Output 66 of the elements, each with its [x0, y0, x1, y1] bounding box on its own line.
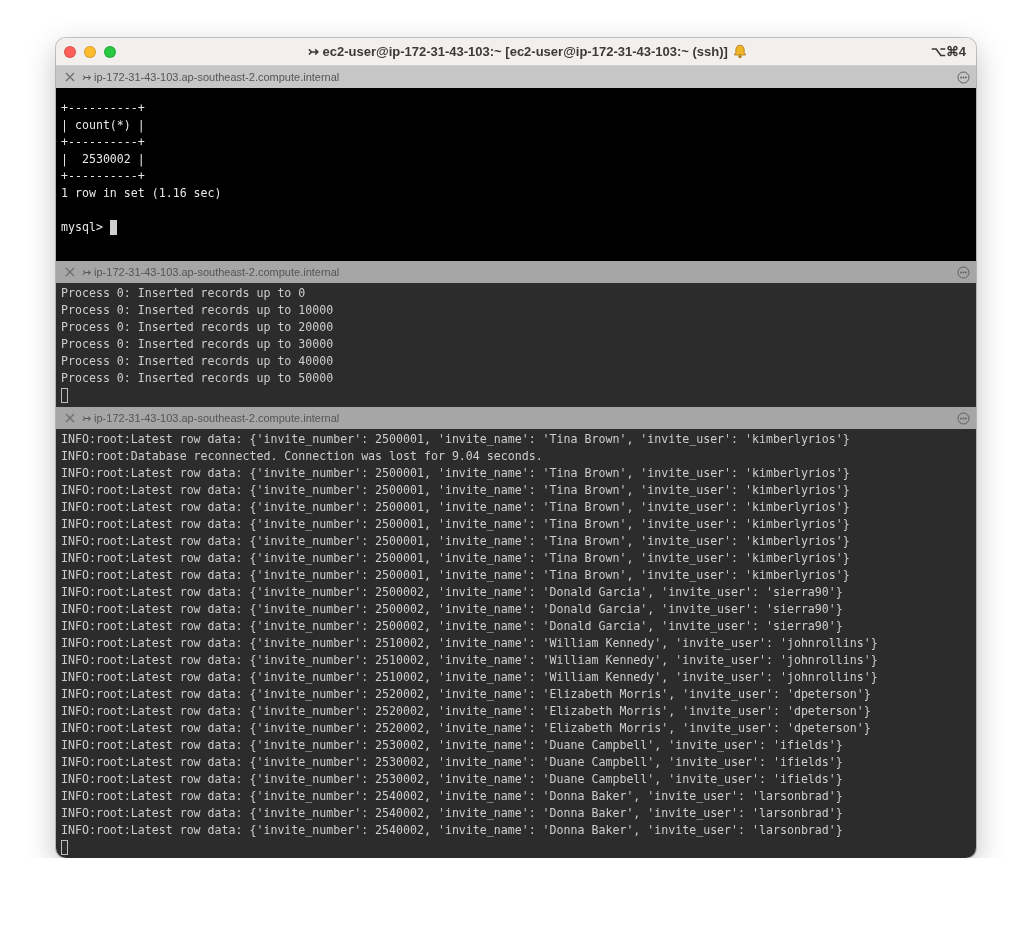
- window-title: ↣ ec2-user@ip-172-31-43-103:~ [ec2-user@ip-172-31-43-103:~ (ssh)]: [307, 44, 728, 59]
- terminal-line: Process 0: Inserted records up to 20000: [61, 319, 334, 336]
- terminal-line: INFO:root:Latest row data: {'invite_number': 2520002, 'invite_name': 'Elizabeth Morris', 'invite_user': 'dpeterson'}: [61, 686, 871, 703]
- terminal-line: INFO:root:Latest row data: {'invite_number': 2500001, 'invite_name': 'Tina Brown', 'invite_user': 'kimberlyrios'}: [61, 499, 850, 516]
- ellipsis-icon: [957, 70, 970, 84]
- terminal-line: +----------+: [61, 168, 145, 185]
- close-button[interactable]: [64, 71, 76, 83]
- terminal-line: INFO:root:Latest row data: {'invite_number': 2500001, 'invite_name': 'Tina Brown', 'invite_user': 'kimberlyrios'}: [61, 482, 850, 499]
- terminal-line: INFO:root:Latest row data: {'invite_number': 2540002, 'invite_name': 'Donna Baker', 'invite_user': 'larsonbrad'}: [61, 805, 843, 822]
- close-icon: [65, 72, 75, 82]
- terminal-line: 1 row in set (1.16 sec): [61, 185, 222, 202]
- terminal-line: INFO:root:Latest row data: {'invite_number': 2530002, 'invite_name': 'Duane Campbell', 'invite_user': 'ifields'}: [61, 737, 843, 754]
- terminal-line: INFO:root:Latest row data: {'invite_number': 2510002, 'invite_name': 'William Kennedy', 'invite_user': 'johnrollins'}: [61, 669, 878, 686]
- pane-title: ↣ ip-172-31-43-103.ap-southeast-2.compute.internal: [82, 265, 341, 279]
- more-button[interactable]: [957, 411, 970, 425]
- more-button[interactable]: [957, 70, 970, 84]
- terminal-line: INFO:root:Latest row data: {'invite_number': 2520002, 'invite_name': 'Elizabeth Morris', 'invite_user': 'dpeterson'}: [61, 703, 871, 720]
- pane-title: ↣ ip-172-31-43-103.ap-southeast-2.compute.internal: [82, 411, 341, 425]
- terminal-line: INFO:root:Latest row data: {'invite_number': 2510002, 'invite_name': 'William Kennedy', 'invite_user': 'johnrollins'}: [61, 652, 878, 669]
- ellipsis-icon: [957, 411, 970, 425]
- bell-icon: [732, 44, 747, 59]
- terminal-line: +----------+: [61, 134, 145, 151]
- terminal-line: INFO:root:Latest row data: {'invite_number': 2540002, 'invite_name': 'Donna Baker', 'invite_user': 'larsonbrad'}: [61, 822, 843, 839]
- close-button[interactable]: [64, 266, 76, 278]
- terminal-line: INFO:root:Latest row data: {'invite_number': 2510002, 'invite_name': 'William Kennedy', 'invite_user': 'johnrollins'}: [61, 635, 878, 652]
- pane-title: ↣ ip-172-31-43-103.ap-southeast-2.compute.internal: [82, 70, 341, 84]
- terminal-line: INFO:root:Latest row data: {'invite_number': 2540002, 'invite_name': 'Donna Baker', 'invite_user': 'larsonbrad'}: [61, 788, 843, 805]
- terminal-line: INFO:root:Latest row data: {'invite_number': 2500002, 'invite_name': 'Donald Garcia', 'invite_user': 'sierra90'}: [61, 618, 843, 635]
- close-icon: [65, 267, 75, 277]
- terminal-line: INFO:root:Latest row data: {'invite_number': 2530002, 'invite_name': 'Duane Campbell', 'invite_user': 'ifields'}: [61, 771, 843, 788]
- terminal-line: INFO:root:Latest row data: {'invite_number': 2500001, 'invite_name': 'Tina Brown', 'invite_user': 'kimberlyrios'}: [61, 431, 850, 448]
- terminal-pane[interactable]: [56, 429, 976, 858]
- terminal-line: INFO:root:Latest row data: {'invite_number': 2500001, 'invite_name': 'Tina Brown', 'invite_user': 'kimberlyrios'}: [61, 516, 850, 533]
- terminal-line: INFO:root:Latest row data: {'invite_number': 2500002, 'invite_name': 'Donald Garcia', 'invite_user': 'sierra90'}: [61, 584, 843, 601]
- ellipsis-icon: [957, 265, 970, 279]
- terminal-cursor: [61, 388, 68, 403]
- terminal-line: INFO:root:Latest row data: {'invite_number': 2500001, 'invite_name': 'Tina Brown', 'invite_user': 'kimberlyrios'}: [61, 550, 850, 567]
- pane-header[interactable]: ↣ ip-172-31-43-103.ap-southeast-2.compute.internal: [56, 261, 976, 283]
- terminal-line: Process 0: Inserted records up to 50000: [61, 370, 334, 387]
- shortcut-label: ⌥⌘4: [930, 44, 966, 59]
- terminal-line: INFO:root:Latest row data: {'invite_number': 2520002, 'invite_name': 'Elizabeth Morris', 'invite_user': 'dpeterson'}: [61, 720, 871, 737]
- close-button[interactable]: [64, 412, 76, 424]
- terminal-line: | count(*) |: [61, 117, 145, 134]
- close-icon: [65, 413, 75, 423]
- prompt-text: mysql>: [61, 219, 103, 236]
- minimize-button[interactable]: [84, 45, 96, 58]
- terminal-line: INFO:root:Database reconnected. Connection was lost for 9.04 seconds.: [61, 448, 543, 465]
- pane-header[interactable]: ↣ ip-172-31-43-103.ap-southeast-2.compute.internal: [56, 407, 976, 429]
- terminal-cursor: [61, 840, 68, 855]
- terminal-line: INFO:root:Latest row data: {'invite_number': 2500001, 'invite_name': 'Tina Brown', 'invite_user': 'kimberlyrios'}: [61, 567, 850, 584]
- terminal-line: Process 0: Inserted records up to 10000: [61, 302, 334, 319]
- terminal-line: INFO:root:Latest row data: {'invite_number': 2500002, 'invite_name': 'Donald Garcia', 'invite_user': 'sierra90'}: [61, 601, 843, 618]
- terminal-line: Process 0: Inserted records up to 0: [61, 285, 306, 302]
- terminal-pane[interactable]: [56, 283, 976, 407]
- more-button[interactable]: [957, 265, 970, 279]
- zoom-button[interactable]: [104, 45, 116, 58]
- terminal-line: Process 0: Inserted records up to 40000: [61, 353, 334, 370]
- terminal-line: | 2530002 |: [61, 151, 145, 168]
- terminal-line: Process 0: Inserted records up to 30000: [61, 336, 334, 353]
- terminal-line: INFO:root:Latest row data: {'invite_number': 2500001, 'invite_name': 'Tina Brown', 'invite_user': 'kimberlyrios'}: [61, 465, 850, 482]
- terminal-line: +----------+: [61, 100, 145, 117]
- terminal-line: INFO:root:Latest row data: {'invite_number': 2500001, 'invite_name': 'Tina Brown', 'invite_user': 'kimberlyrios'}: [61, 533, 850, 550]
- terminal-pane[interactable]: +----------+ | count(*) | +----------+ | 2530002 | +----------+ 1 row in set (1.16 sec) mysql>: [56, 88, 976, 261]
- terminal-cursor: [109, 220, 117, 235]
- pane-header[interactable]: ↣ ip-172-31-43-103.ap-southeast-2.compute.internal: [56, 66, 976, 88]
- terminal-line: INFO:root:Latest row data: {'invite_number': 2530002, 'invite_name': 'Duane Campbell', 'invite_user': 'ifields'}: [61, 754, 843, 771]
